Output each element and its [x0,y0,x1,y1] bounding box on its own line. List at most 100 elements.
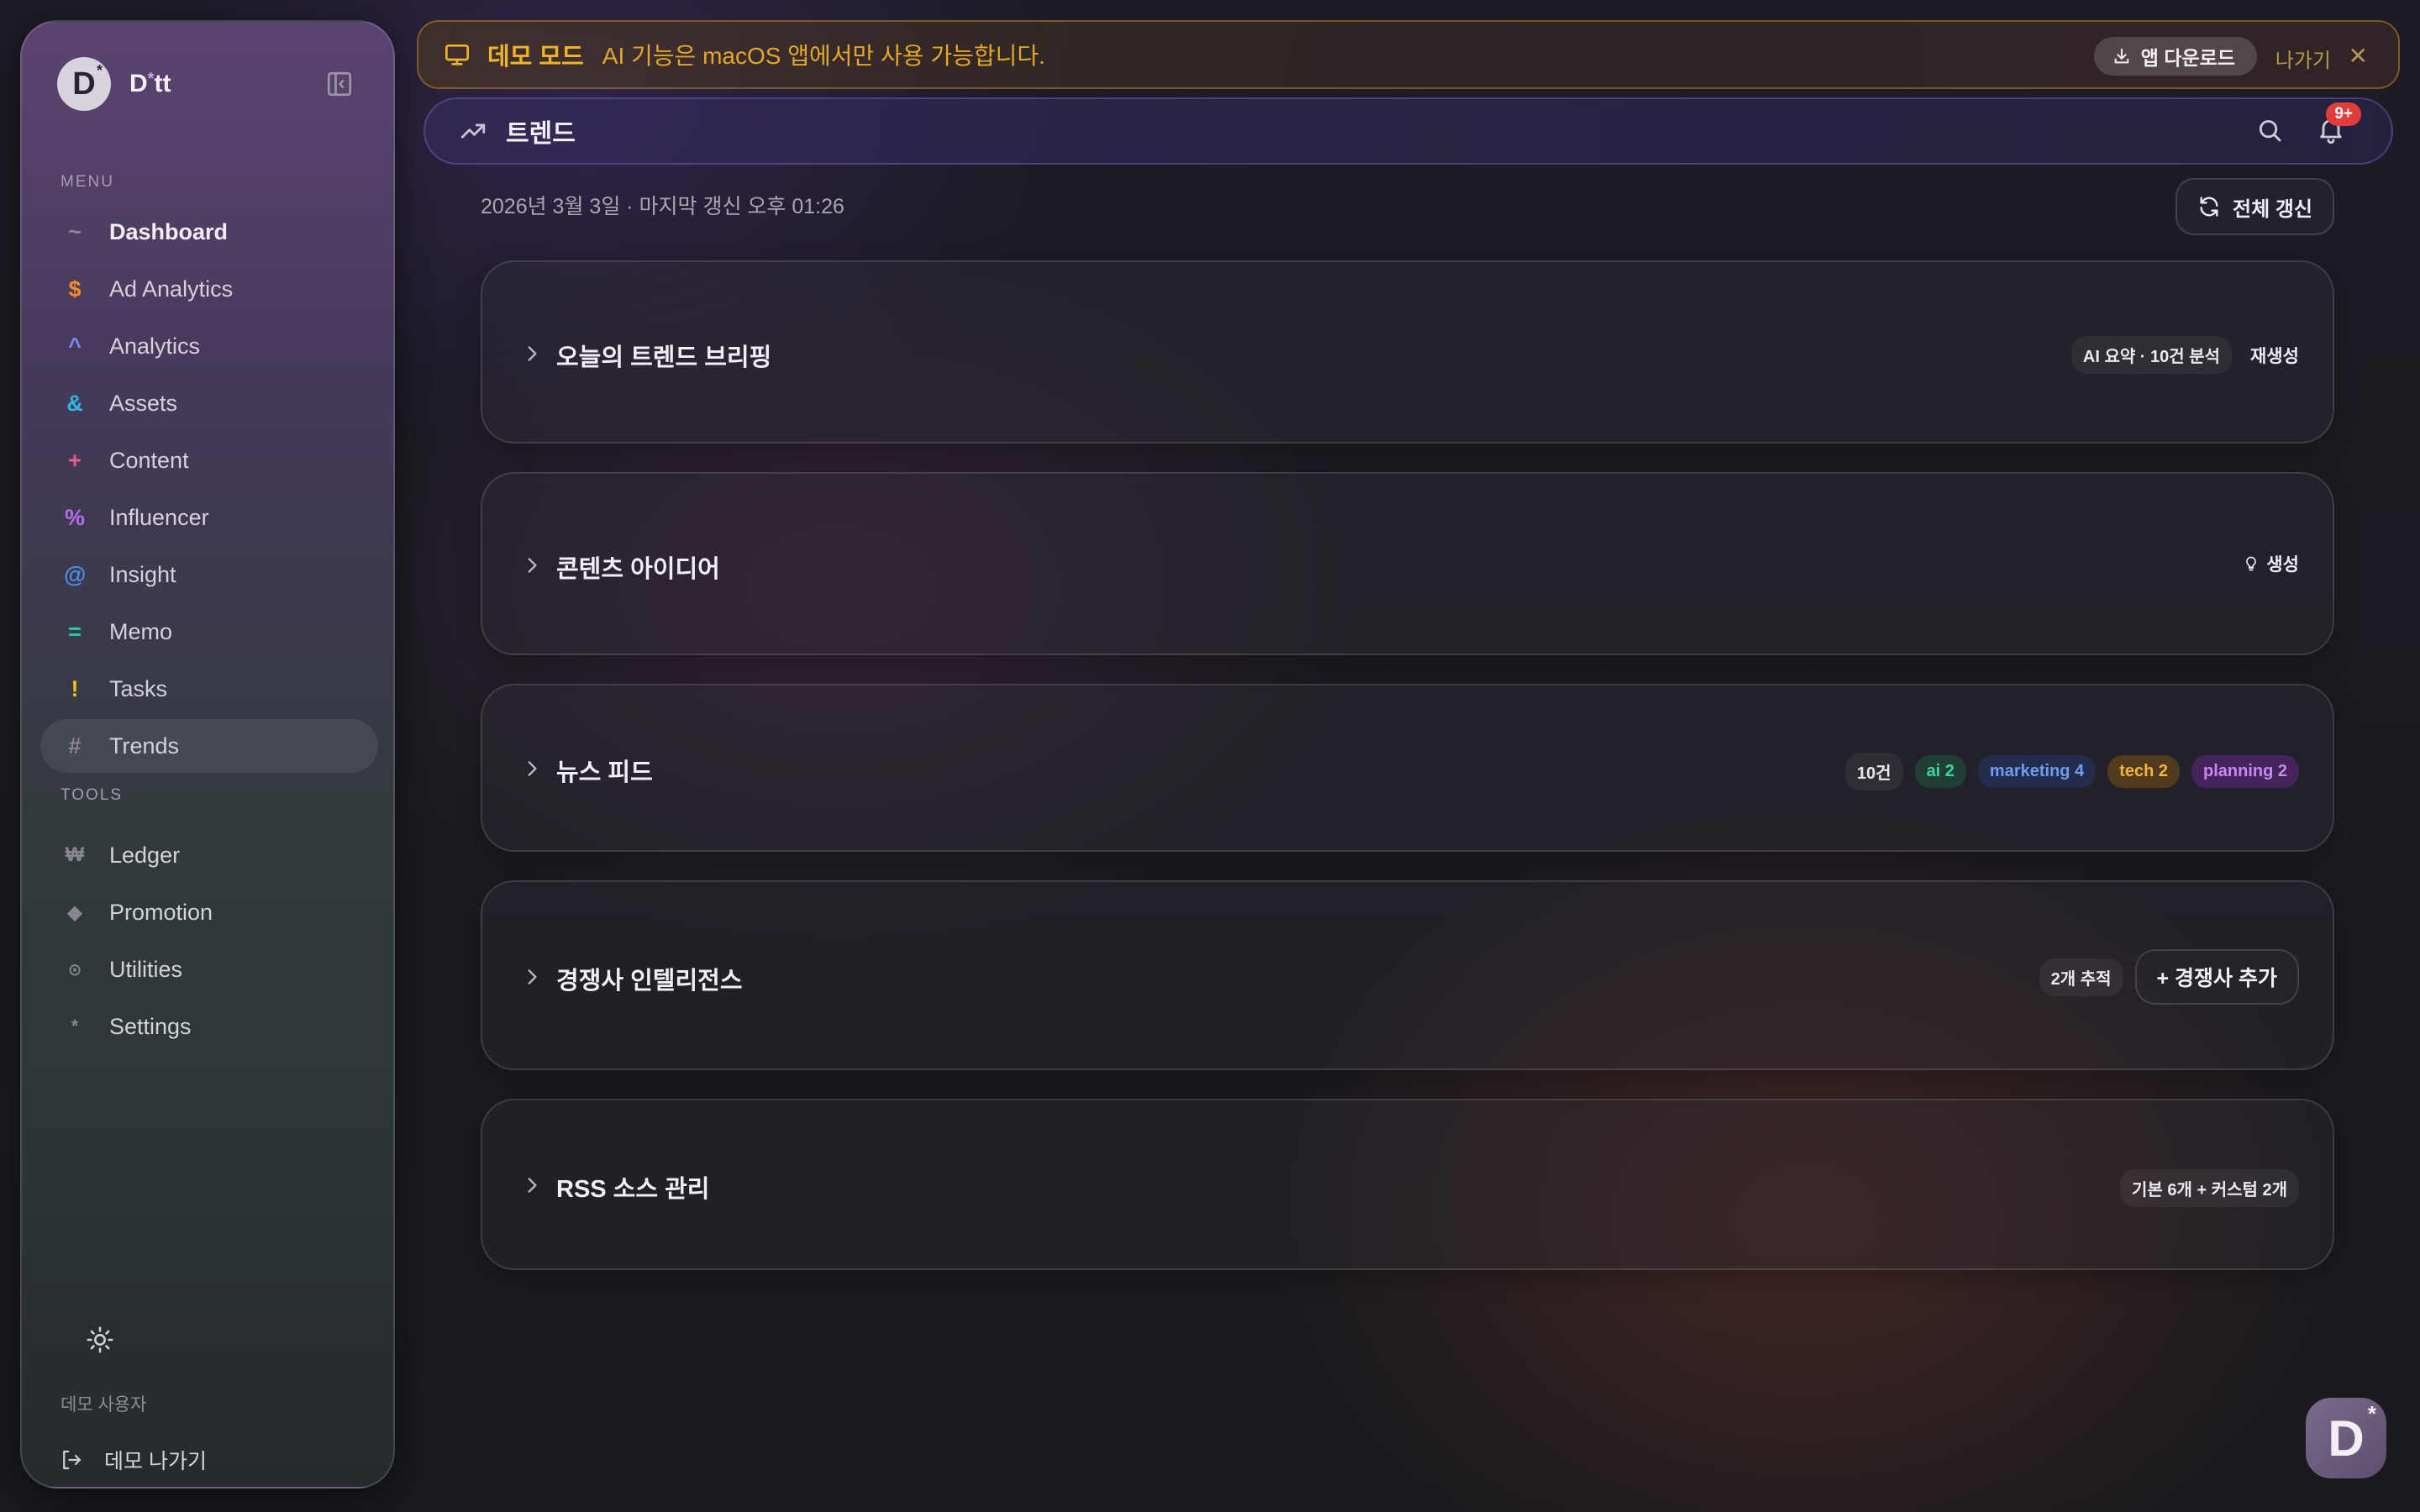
sidebar-item-influencer[interactable]: % Influencer [40,491,378,544]
sidebar-item-label: Influencer [109,504,209,530]
brand-name-suffix: tt [154,70,171,97]
menu-section-label: MENU [60,173,114,191]
exclamation-icon: ! [71,675,79,701]
sidebar-item-label: Ad Analytics [109,276,234,302]
corner-logo-letter: D [2328,1410,2365,1467]
banner-close-icon[interactable]: ✕ [2349,42,2368,70]
news-feed-card[interactable]: 뉴스 피드 10건 ai 2 marketing 4 tech 2 planni… [481,684,2334,852]
tag-ai-badge: ai 2 [1914,755,1966,788]
sidebar-item-label: Insight [109,561,176,587]
demo-mode-title: 데모 모드 [487,44,584,71]
sidebar-item-label: Trends [109,732,180,759]
trending-up-icon [460,123,486,139]
rss-source-count-badge: 기본 6개 + 커스텀 2개 [2120,1169,2299,1207]
news-count-badge: 10건 [1844,753,1903,790]
tag-planning-badge: planning 2 [2191,755,2299,788]
hash-icon: # [68,732,82,759]
brand-logo: D * [57,57,111,111]
sidebar-item-dashboard[interactable]: ~ Dashboard [40,205,378,259]
sidebar-collapse-icon[interactable] [324,69,355,99]
sidebar-item-label: Promotion [109,899,213,925]
sidebar-item-label: Ledger [109,842,181,868]
brand[interactable]: D * D*tt [57,57,171,111]
competitor-intelligence-card[interactable]: 경쟁사 인텔리전스 2개 추적 + 경쟁사 추가 [481,880,2334,1070]
app-download-button[interactable]: 앱 다운로드 [2093,37,2257,76]
notification-badge: 9+ [2326,102,2361,126]
sidebar-item-label: Settings [109,1013,192,1039]
chevron-right-icon[interactable] [521,554,543,576]
sidebar-item-label: Assets [109,390,178,416]
sidebar-item-settings[interactable]: * Settings [40,1000,378,1053]
card-title: 콘텐츠 아이디어 [556,556,720,583]
logout-icon [63,1450,82,1470]
chevron-right-icon[interactable] [521,1174,543,1196]
download-icon [2114,48,2129,64]
sidebar-item-ledger[interactable]: ₩ Ledger [40,828,378,882]
last-updated-text: 2026년 3월 3일 · 마지막 갱신 오후 01:26 [481,195,844,218]
ai-summary-badge: AI 요약 · 10건 분석 [2070,336,2233,374]
user-name: 데모 사용자 [60,1395,147,1415]
sidebar-item-trends[interactable]: # Trends [40,719,378,773]
sidebar-item-memo[interactable]: = Memo [40,605,378,659]
ampersand-icon: & [66,390,83,416]
demo-mode-banner: 데모 모드 AI 기능은 macOS 앱에서만 사용 가능합니다. 앱 다운로드… [417,20,2400,89]
corner-logo-star: * [2367,1401,2376,1426]
demo-exit-button[interactable]: 데모 나가기 [59,1445,207,1475]
tracking-count-badge: 2개 추적 [2039,958,2123,996]
regenerate-button[interactable]: 재생성 [2250,343,2299,368]
card-title: 경쟁사 인텔리전스 [556,968,743,995]
content-ideas-card[interactable]: 콘텐츠 아이디어 생성 [481,472,2334,655]
circle-dot-icon: ⊙ [67,960,82,979]
tag-tech-badge: tech 2 [2107,755,2180,788]
sidebar-item-assets[interactable]: & Assets [40,376,378,430]
demo-mode-message: AI 기능은 macOS 앱에서만 사용 가능합니다. [602,43,1045,69]
floating-assistant-logo[interactable]: D * [2306,1398,2386,1478]
app-download-label: 앱 다운로드 [2140,47,2235,69]
generate-button[interactable]: 생성 [2243,551,2299,576]
sidebar: D * D*tt MENU ~ Dashboard $ Ad Analytics… [20,20,395,1488]
tools-section-label: TOOLS [60,786,124,804]
rss-sources-card[interactable]: RSS 소스 관리 기본 6개 + 커스텀 2개 [481,1099,2334,1270]
sidebar-item-label: Content [109,447,189,473]
sidebar-item-label: Analytics [109,333,201,359]
dashboard-icon: ~ [68,218,82,244]
sidebar-item-insight[interactable]: @ Insight [40,548,378,601]
page-title: 트렌드 [506,120,576,148]
tag-marketing-badge: marketing 4 [1977,755,2096,788]
theme-toggle-sun-icon[interactable] [86,1326,119,1359]
sidebar-item-ad-analytics[interactable]: $ Ad Analytics [40,262,378,316]
sidebar-item-content[interactable]: + Content [40,433,378,487]
card-title: RSS 소스 관리 [556,1176,710,1203]
sidebar-item-analytics[interactable]: ^ Analytics [40,319,378,373]
sidebar-item-promotion[interactable]: ◆ Promotion [40,885,378,939]
chevron-right-icon[interactable] [521,758,543,780]
sidebar-item-utilities[interactable]: ⊙ Utilities [40,942,378,996]
trend-briefing-card[interactable]: 오늘의 트렌드 브리핑 AI 요약 · 10건 분석 재생성 [481,260,2334,444]
lightbulb-icon [2246,556,2257,571]
refresh-all-button[interactable]: 전체 갱신 [2175,178,2334,235]
percent-icon: % [64,504,85,530]
won-icon: ₩ [65,843,85,866]
plus-icon: + [68,447,82,473]
at-icon: @ [64,561,87,587]
logo-letter: D [72,66,96,102]
sidebar-item-label: Dashboard [109,218,229,244]
logo-star: * [96,62,103,79]
add-competitor-button[interactable]: + 경쟁사 추가 [2134,949,2299,1005]
equals-icon: = [68,618,82,644]
card-title: 뉴스 피드 [556,759,653,786]
generate-label: 생성 [2266,555,2299,575]
monitor-icon [445,45,469,66]
chevron-right-icon[interactable] [521,966,543,988]
page-header: 트렌드 9+ [424,97,2393,165]
brand-name-prefix: D [129,70,148,97]
refresh-all-label: 전체 갱신 [2233,197,2312,221]
chevron-right-icon[interactable] [521,343,543,365]
sidebar-item-label: Utilities [109,956,183,982]
card-title: 오늘의 트렌드 브리핑 [556,344,772,371]
sidebar-item-tasks[interactable]: ! Tasks [40,662,378,716]
banner-exit-link[interactable]: 나가기 [2275,44,2331,73]
diamond-icon: ◆ [66,900,83,924]
sidebar-item-label: Tasks [109,675,168,701]
search-icon[interactable] [2255,116,2287,148]
